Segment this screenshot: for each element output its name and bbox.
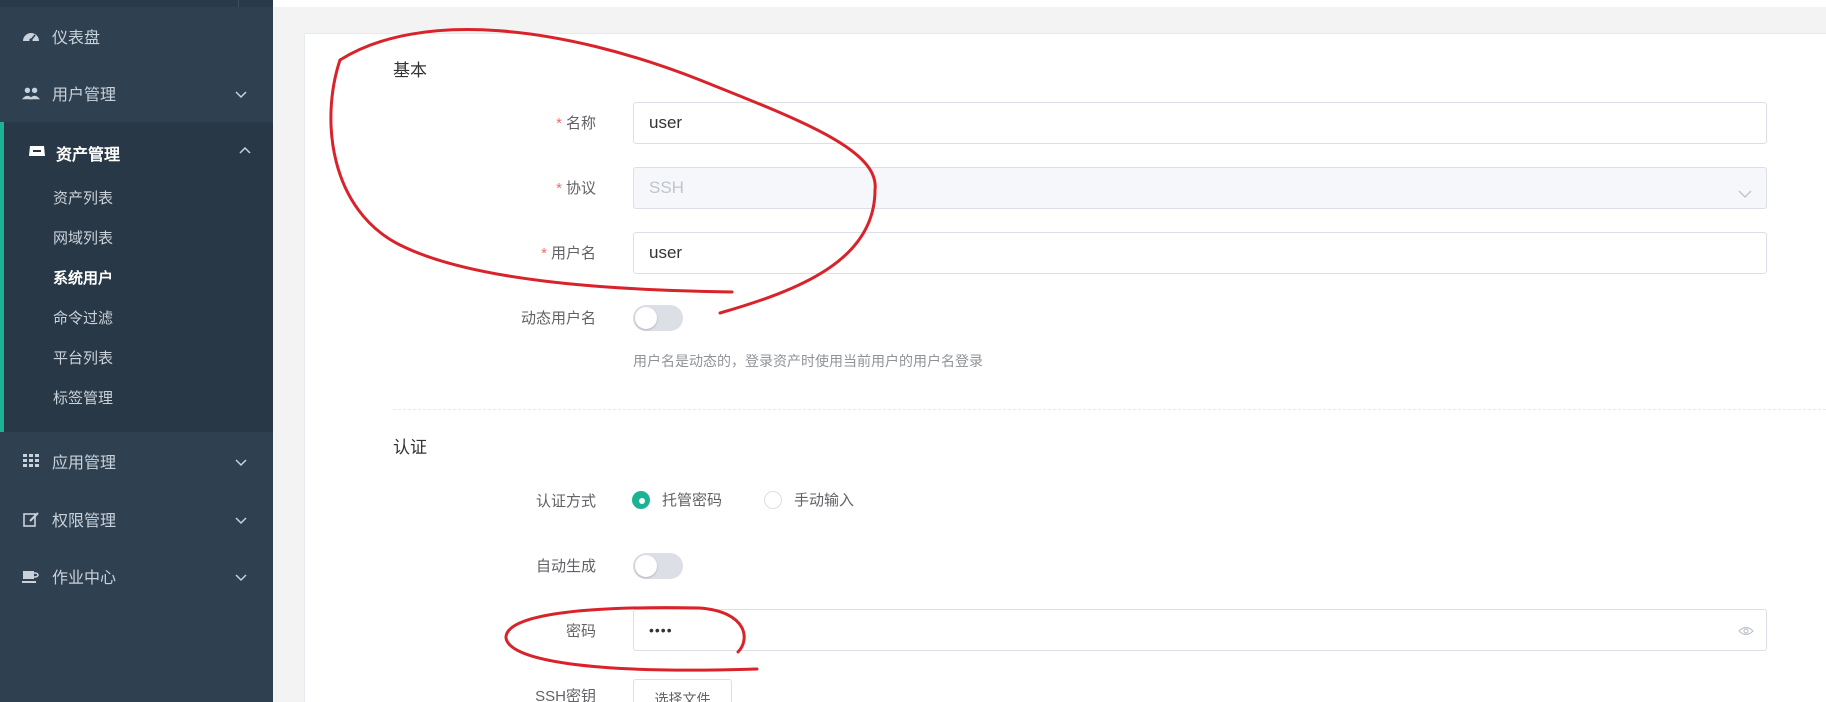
- sidebar-item-app-management[interactable]: 应用管理: [0, 432, 273, 490]
- dashboard-icon: [22, 27, 40, 45]
- password-label: 密码: [565, 623, 596, 640]
- users-icon: [22, 84, 40, 102]
- chevron-up-icon: [239, 144, 251, 156]
- dynamic-username-label: 动态用户名: [520, 310, 596, 327]
- protocol-label: * 协议: [556, 180, 596, 197]
- chevron-down-icon: [235, 87, 247, 99]
- dynamic-username-switch[interactable]: [633, 305, 683, 331]
- autogen-switch[interactable]: [633, 553, 683, 579]
- protocol-select[interactable]: SSH: [633, 167, 1767, 209]
- sidebar-item-asset-management[interactable]: 资产管理: [4, 122, 273, 180]
- sidebar-item-job-center[interactable]: 作业中心: [0, 547, 273, 605]
- sidebar-item-label: 用户管理: [52, 87, 117, 104]
- sidebar-item-label: 应用管理: [52, 455, 117, 472]
- submenu-item-domain-list[interactable]: 网域列表: [53, 227, 113, 248]
- sidebar-item-user-management[interactable]: 用户管理: [0, 64, 273, 122]
- name-input[interactable]: user: [633, 102, 1767, 144]
- sidebar-item-label: 资产管理: [56, 147, 121, 164]
- chevron-down-icon: [1738, 184, 1754, 200]
- sidebar-item-label: 仪表盘: [52, 30, 101, 47]
- submenu-item-asset-list[interactable]: 资产列表: [53, 187, 113, 208]
- sidebar-item-label: 权限管理: [52, 513, 117, 530]
- autogen-label: 自动生成: [535, 558, 596, 575]
- submenu-item-platform-list[interactable]: 平台列表: [53, 347, 113, 368]
- username-label: * 用户名: [541, 245, 596, 262]
- radio-managed-password[interactable]: 托管密码: [632, 489, 722, 510]
- content-header-strip: [273, 0, 1826, 7]
- sidebar-item-dashboard[interactable]: 仪表盘: [0, 7, 273, 65]
- inbox-icon: [28, 142, 46, 160]
- name-label: * 名称: [556, 115, 596, 132]
- section-title-basic: 基本: [393, 61, 427, 80]
- auth-method-label: 认证方式: [535, 493, 596, 510]
- asset-submenu: 资产管理 资产列表 网域列表 系统用户 命令过滤 平台列表 标签管理: [0, 122, 273, 432]
- submenu-item-command-filter[interactable]: 命令过滤: [53, 307, 113, 328]
- submenu-item-label-management[interactable]: 标签管理: [53, 387, 113, 408]
- sidebar: 仪表盘 用户管理 资产管理 资产列表 网域列表 系统用户 命令过滤 平台列表 标…: [0, 0, 273, 702]
- sidebar-item-permission-management[interactable]: 权限管理: [0, 490, 273, 548]
- password-input[interactable]: ••••: [633, 609, 1767, 651]
- radio-manual-input[interactable]: 手动输入: [764, 489, 854, 510]
- grid-icon: [22, 452, 40, 470]
- dynamic-username-help: 用户名是动态的，登录资产时使用当前用户的用户名登录: [633, 353, 983, 369]
- choose-file-button[interactable]: 选择文件: [633, 679, 732, 702]
- chevron-down-icon: [235, 455, 247, 467]
- username-input[interactable]: user: [633, 232, 1767, 274]
- chevron-down-icon: [235, 570, 247, 582]
- submenu-item-system-user[interactable]: 系统用户: [53, 267, 113, 288]
- ssh-key-label: SSH密钥: [535, 688, 596, 702]
- coffee-icon: [22, 567, 40, 585]
- section-divider: [393, 409, 1826, 410]
- edit-icon: [22, 510, 40, 528]
- sidebar-item-label: 作业中心: [52, 570, 117, 587]
- section-title-auth: 认证: [393, 438, 427, 457]
- sidebar-top-strip: [0, 0, 273, 7]
- eye-icon[interactable]: [1738, 622, 1754, 638]
- chevron-down-icon: [235, 513, 247, 525]
